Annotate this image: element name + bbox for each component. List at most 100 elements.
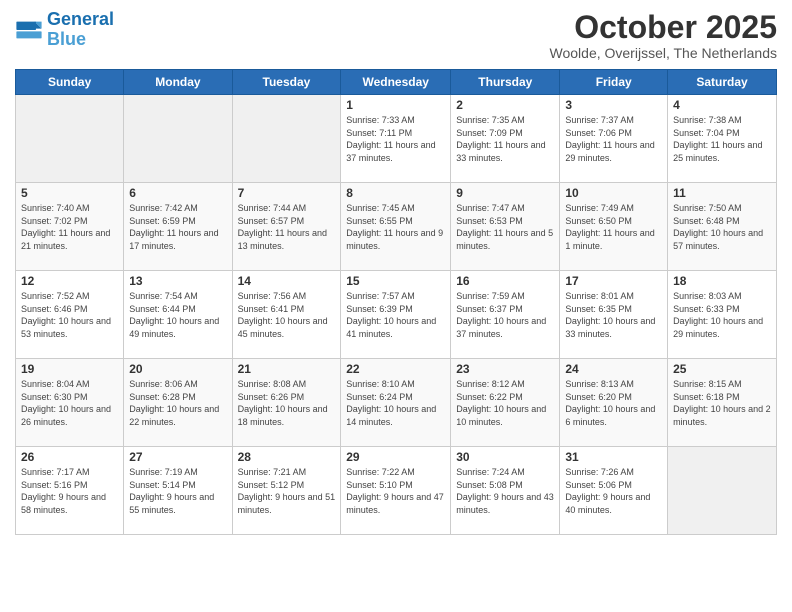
day-number: 19 xyxy=(21,362,118,376)
day-info: Sunrise: 7:19 AM Sunset: 5:14 PM Dayligh… xyxy=(129,466,226,516)
day-info: Sunrise: 7:50 AM Sunset: 6:48 PM Dayligh… xyxy=(673,202,771,252)
day-info: Sunrise: 8:06 AM Sunset: 6:28 PM Dayligh… xyxy=(129,378,226,428)
logo-text: General Blue xyxy=(47,10,114,50)
day-info: Sunrise: 7:26 AM Sunset: 5:06 PM Dayligh… xyxy=(565,466,662,516)
weekday-monday: Monday xyxy=(124,70,232,95)
calendar-cell: 6Sunrise: 7:42 AM Sunset: 6:59 PM Daylig… xyxy=(124,183,232,271)
day-info: Sunrise: 7:52 AM Sunset: 6:46 PM Dayligh… xyxy=(21,290,118,340)
calendar-cell: 10 Sunrise: 7:49 AM Sunset: 6:50 PM Dayli… xyxy=(560,183,668,271)
calendar-cell: 29 Sunrise: 7:22 AM Sunset: 5:10 PM Dayli… xyxy=(341,447,451,535)
calendar-cell: 22 Sunrise: 8:10 AM Sunset: 6:24 PM Dayli… xyxy=(341,359,451,447)
calendar-cell: 7Sunrise: 7:44 AM Sunset: 6:57 PM Daylig… xyxy=(232,183,341,271)
weekday-friday: Friday xyxy=(560,70,668,95)
day-info: Sunrise: 8:01 AM Sunset: 6:35 PM Dayligh… xyxy=(565,290,662,340)
calendar-cell: 17 Sunrise: 8:01 AM Sunset: 6:35 PM Dayli… xyxy=(560,271,668,359)
day-number: 10 xyxy=(565,186,662,200)
day-info: Sunrise: 7:49 AM Sunset: 6:50 PM Dayligh… xyxy=(565,202,662,252)
day-info: Sunrise: 7:56 AM Sunset: 6:41 PM Dayligh… xyxy=(238,290,336,340)
calendar-cell: 11 Sunrise: 7:50 AM Sunset: 6:48 PM Dayli… xyxy=(668,183,777,271)
weekday-saturday: Saturday xyxy=(668,70,777,95)
day-info: Sunrise: 8:08 AM Sunset: 6:26 PM Dayligh… xyxy=(238,378,336,428)
day-info: Sunrise: 7:57 AM Sunset: 6:39 PM Dayligh… xyxy=(346,290,445,340)
day-number: 18 xyxy=(673,274,771,288)
day-number: 23 xyxy=(456,362,554,376)
day-info: Sunrise: 7:59 AM Sunset: 6:37 PM Dayligh… xyxy=(456,290,554,340)
calendar-cell: 28Sunrise: 7:21 AM Sunset: 5:12 PM Dayli… xyxy=(232,447,341,535)
calendar-cell: 14 Sunrise: 7:56 AM Sunset: 6:41 PM Dayli… xyxy=(232,271,341,359)
day-number: 1 xyxy=(346,98,445,112)
weekday-wednesday: Wednesday xyxy=(341,70,451,95)
day-info: Sunrise: 8:04 AM Sunset: 6:30 PM Dayligh… xyxy=(21,378,118,428)
calendar-cell xyxy=(124,95,232,183)
day-number: 4 xyxy=(673,98,771,112)
day-info: Sunrise: 7:21 AM Sunset: 5:12 PM Dayligh… xyxy=(238,466,336,516)
calendar-cell: 16Sunrise: 7:59 AM Sunset: 6:37 PM Dayli… xyxy=(451,271,560,359)
calendar-table: Sunday Monday Tuesday Wednesday Thursday… xyxy=(15,69,777,535)
calendar-cell: 8 Sunrise: 7:45 AM Sunset: 6:55 PM Daylig… xyxy=(341,183,451,271)
calendar-cell xyxy=(16,95,124,183)
calendar-cell: 20 Sunrise: 8:06 AM Sunset: 6:28 PM Dayli… xyxy=(124,359,232,447)
title-block: October 2025 Woolde, Overijssel, The Net… xyxy=(550,10,777,61)
weekday-thursday: Thursday xyxy=(451,70,560,95)
calendar-cell: 31 Sunrise: 7:26 AM Sunset: 5:06 PM Dayli… xyxy=(560,447,668,535)
day-info: Sunrise: 7:44 AM Sunset: 6:57 PM Dayligh… xyxy=(238,202,336,252)
calendar-cell: 27 Sunrise: 7:19 AM Sunset: 5:14 PM Dayli… xyxy=(124,447,232,535)
day-info: Sunrise: 7:47 AM Sunset: 6:53 PM Dayligh… xyxy=(456,202,554,252)
day-info: Sunrise: 7:17 AM Sunset: 5:16 PM Dayligh… xyxy=(21,466,118,516)
day-number: 15 xyxy=(346,274,445,288)
day-info: Sunrise: 7:33 AM Sunset: 7:11 PM Dayligh… xyxy=(346,114,445,164)
day-number: 14 xyxy=(238,274,336,288)
day-number: 6 xyxy=(129,186,226,200)
day-number: 3 xyxy=(565,98,662,112)
day-number: 9 xyxy=(456,186,554,200)
calendar-cell: 5 Sunrise: 7:40 AM Sunset: 7:02 PM Daylig… xyxy=(16,183,124,271)
calendar-cell: 1 Sunrise: 7:33 AM Sunset: 7:11 PM Daylig… xyxy=(341,95,451,183)
logo-icon xyxy=(15,16,43,44)
calendar-cell: 24 Sunrise: 8:13 AM Sunset: 6:20 PM Dayli… xyxy=(560,359,668,447)
calendar-cell xyxy=(668,447,777,535)
month-title: October 2025 xyxy=(550,10,777,45)
day-info: Sunrise: 7:35 AM Sunset: 7:09 PM Dayligh… xyxy=(456,114,554,164)
weekday-tuesday: Tuesday xyxy=(232,70,341,95)
day-number: 2 xyxy=(456,98,554,112)
logo-line2: Blue xyxy=(47,29,86,49)
calendar-cell: 19 Sunrise: 8:04 AM Sunset: 6:30 PM Dayli… xyxy=(16,359,124,447)
day-number: 24 xyxy=(565,362,662,376)
calendar-cell: 13 Sunrise: 7:54 AM Sunset: 6:44 PM Dayli… xyxy=(124,271,232,359)
day-info: Sunrise: 7:54 AM Sunset: 6:44 PM Dayligh… xyxy=(129,290,226,340)
calendar-week-1: 1 Sunrise: 7:33 AM Sunset: 7:11 PM Daylig… xyxy=(16,95,777,183)
calendar-cell: 25Sunrise: 8:15 AM Sunset: 6:18 PM Dayli… xyxy=(668,359,777,447)
day-number: 22 xyxy=(346,362,445,376)
day-number: 8 xyxy=(346,186,445,200)
day-number: 11 xyxy=(673,186,771,200)
header: General Blue October 2025 Woolde, Overij… xyxy=(15,10,777,61)
day-number: 20 xyxy=(129,362,226,376)
calendar-cell: 30 Sunrise: 7:24 AM Sunset: 5:08 PM Dayli… xyxy=(451,447,560,535)
day-info: Sunrise: 7:24 AM Sunset: 5:08 PM Dayligh… xyxy=(456,466,554,516)
day-number: 27 xyxy=(129,450,226,464)
day-number: 13 xyxy=(129,274,226,288)
day-number: 29 xyxy=(346,450,445,464)
calendar-cell: 4 Sunrise: 7:38 AM Sunset: 7:04 PM Daylig… xyxy=(668,95,777,183)
day-info: Sunrise: 8:15 AM Sunset: 6:18 PM Dayligh… xyxy=(673,378,771,428)
day-number: 31 xyxy=(565,450,662,464)
calendar-week-3: 12 Sunrise: 7:52 AM Sunset: 6:46 PM Dayli… xyxy=(16,271,777,359)
day-number: 5 xyxy=(21,186,118,200)
day-number: 17 xyxy=(565,274,662,288)
calendar-cell xyxy=(232,95,341,183)
calendar-cell: 2 Sunrise: 7:35 AM Sunset: 7:09 PM Daylig… xyxy=(451,95,560,183)
day-info: Sunrise: 7:38 AM Sunset: 7:04 PM Dayligh… xyxy=(673,114,771,164)
day-info: Sunrise: 7:45 AM Sunset: 6:55 PM Dayligh… xyxy=(346,202,445,252)
calendar-cell: 12 Sunrise: 7:52 AM Sunset: 6:46 PM Dayli… xyxy=(16,271,124,359)
day-info: Sunrise: 7:40 AM Sunset: 7:02 PM Dayligh… xyxy=(21,202,118,252)
day-info: Sunrise: 8:10 AM Sunset: 6:24 PM Dayligh… xyxy=(346,378,445,428)
day-number: 12 xyxy=(21,274,118,288)
day-info: Sunrise: 8:13 AM Sunset: 6:20 PM Dayligh… xyxy=(565,378,662,428)
day-number: 30 xyxy=(456,450,554,464)
calendar-cell: 21Sunrise: 8:08 AM Sunset: 6:26 PM Dayli… xyxy=(232,359,341,447)
location: Woolde, Overijssel, The Netherlands xyxy=(550,45,777,61)
day-info: Sunrise: 7:22 AM Sunset: 5:10 PM Dayligh… xyxy=(346,466,445,516)
calendar-cell: 3Sunrise: 7:37 AM Sunset: 7:06 PM Daylig… xyxy=(560,95,668,183)
page: General Blue October 2025 Woolde, Overij… xyxy=(0,0,792,545)
calendar-week-4: 19 Sunrise: 8:04 AM Sunset: 6:30 PM Dayli… xyxy=(16,359,777,447)
